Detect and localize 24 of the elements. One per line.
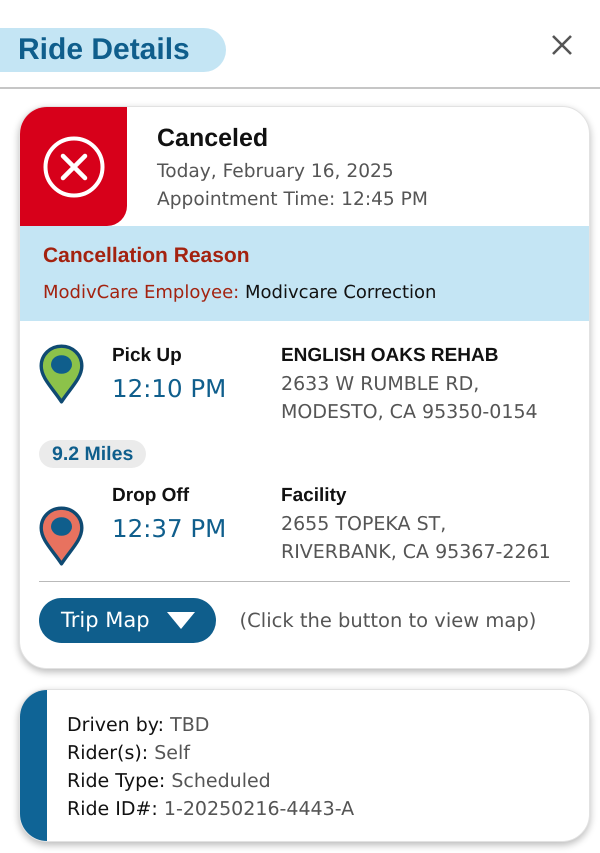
- place-name: Facility: [281, 484, 348, 508]
- trip-map-button[interactable]: Trip Map: [39, 598, 216, 643]
- stop-label: Pick Up: [112, 344, 183, 368]
- detail-line: Ride ID#: 1-20250216-4443-A: [67, 797, 354, 822]
- ride-date-text: Today, February 16, 2025: [157, 160, 395, 184]
- status-title: Canceled: [157, 124, 270, 152]
- close-icon: [551, 34, 573, 56]
- address-text: 2655 TOPEKA ST, RIVERBANK, CA 95367-2261: [281, 512, 552, 565]
- page-title: Ride Details: [0, 28, 226, 72]
- detail-line: Ride Type: Scheduled: [67, 769, 272, 794]
- map-hint-text: (Click the button to view map): [240, 608, 536, 634]
- appointment-time-text: Appointment Time: 12:45 PM: [157, 188, 428, 212]
- distance-badge: 9.2 Miles: [39, 440, 146, 468]
- place-name: ENGLISH OAKS REHAB: [281, 344, 500, 368]
- detail-line: Driven by: TBD: [67, 713, 210, 738]
- stop-time: 12:10 PM: [112, 374, 228, 404]
- address-text: 2633 W RUMBLE RD, MODESTO, CA 95350-0154: [281, 372, 539, 425]
- x-circle-icon: [42, 136, 104, 198]
- close-button[interactable]: [551, 34, 573, 56]
- cancellation-title: Cancellation Reason: [43, 243, 251, 269]
- detail-line: Rider(s): Self: [67, 741, 192, 766]
- cancellation-reason-text: ModivCare Employee: Modivcare Correction: [43, 281, 438, 305]
- stop-label: Drop Off: [112, 484, 190, 508]
- stop-time: 12:37 PM: [112, 514, 228, 544]
